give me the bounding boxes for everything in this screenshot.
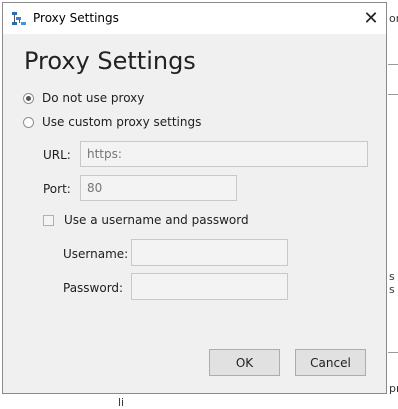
auth-checkbox-row[interactable]: Use a username and password bbox=[43, 213, 249, 227]
window-title: Proxy Settings bbox=[33, 11, 119, 25]
background-divider bbox=[388, 94, 398, 95]
option-label: Do not use proxy bbox=[42, 91, 145, 105]
background-text-fragment: s s bbox=[389, 270, 395, 296]
proxy-settings-dialog: Proxy Settings ✕ Proxy Settings Do not u… bbox=[2, 2, 387, 394]
background-divider bbox=[388, 352, 398, 353]
ok-button[interactable]: OK bbox=[209, 349, 280, 376]
cancel-button[interactable]: Cancel bbox=[295, 349, 366, 376]
radio-no-proxy[interactable] bbox=[23, 92, 34, 104]
port-label: Port: bbox=[43, 182, 71, 196]
background-text-fragment: pre bbox=[389, 382, 398, 395]
password-input[interactable] bbox=[131, 273, 288, 300]
background-text-fragment: or bbox=[389, 12, 398, 25]
url-input[interactable] bbox=[80, 141, 368, 167]
auth-checkbox-label: Use a username and password bbox=[64, 213, 249, 227]
username-label: Username: bbox=[63, 247, 129, 261]
option-no-proxy[interactable]: Do not use proxy bbox=[23, 91, 144, 105]
option-custom-proxy[interactable]: Use custom proxy settings bbox=[23, 115, 201, 129]
dialog-heading: Proxy Settings bbox=[24, 47, 196, 75]
title-bar[interactable]: Proxy Settings ✕ bbox=[3, 3, 386, 34]
background-divider bbox=[388, 64, 398, 65]
background-text-fragment: li bbox=[118, 396, 125, 409]
close-button[interactable]: ✕ bbox=[356, 3, 386, 34]
username-input[interactable] bbox=[131, 239, 288, 266]
close-icon: ✕ bbox=[363, 8, 379, 29]
app-icon bbox=[11, 11, 27, 27]
radio-custom-proxy[interactable] bbox=[23, 116, 34, 128]
url-label: URL: bbox=[43, 148, 71, 162]
port-input[interactable] bbox=[80, 175, 237, 201]
option-label: Use custom proxy settings bbox=[42, 115, 202, 129]
auth-checkbox[interactable] bbox=[43, 214, 54, 226]
password-label: Password: bbox=[63, 281, 124, 295]
